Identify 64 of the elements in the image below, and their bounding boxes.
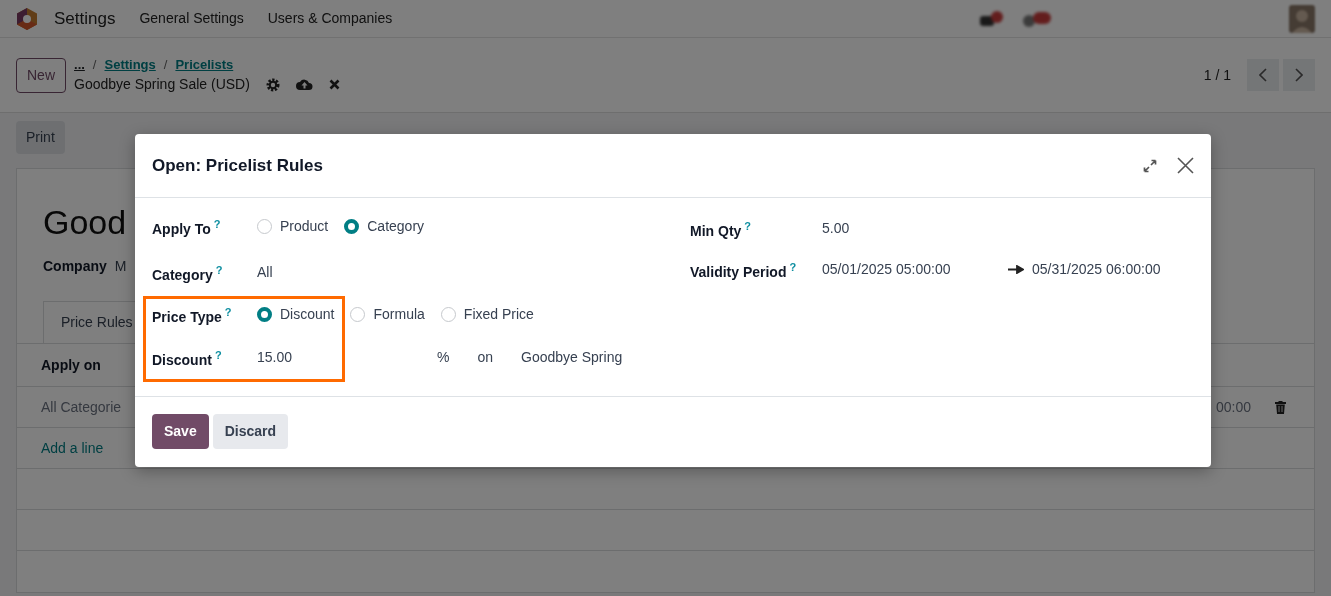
save-button[interactable]: Save [152,414,209,449]
breadcrumb-link[interactable]: ... [74,54,85,75]
field-value: 5.00 [822,219,850,238]
radio-button[interactable] [257,307,272,323]
field-label-text: Price Type [152,309,222,326]
logo-icon[interactable] [16,6,38,31]
app-title[interactable]: Settings [54,5,116,32]
gear-icon[interactable] [265,77,280,92]
arrow-right-icon [1008,265,1024,274]
help-tooltip[interactable]: ? [224,306,232,319]
add-line-link[interactable]: Add a line [41,437,104,459]
pricelist-field[interactable]: Goodbye Spring [521,347,623,369]
unit-label: % [437,348,450,368]
field-label-text: Category [152,266,213,283]
radio-label[interactable]: Product [280,216,329,237]
help-tooltip[interactable]: ? [213,218,221,230]
radio-button[interactable] [350,307,366,323]
breadcrumb-separator: / [163,55,168,74]
radio-label[interactable]: Formula [373,304,425,326]
new-button[interactable]: New [16,57,66,93]
chat-icon[interactable] [979,9,1005,28]
record-name: Good [43,202,127,243]
radio-label[interactable]: Discount [280,304,335,326]
help-tooltip[interactable]: ? [214,349,222,362]
field-label-text: Validity Period [690,263,787,280]
help-tooltip[interactable]: ? [789,261,797,273]
discard-button[interactable]: Discard [212,414,289,449]
field-label-text: Discount [152,351,212,368]
help-tooltip[interactable]: ? [215,263,223,276]
field-label-text: Min Qty [690,222,742,239]
trash-icon[interactable] [1275,400,1286,414]
radio-button[interactable] [257,219,272,234]
radio-label[interactable]: Category [367,216,425,237]
table-cell-text: 00:00 [1215,397,1251,417]
field-text: on [477,348,494,368]
radio-label[interactable]: Fixed Price [463,304,534,326]
breadcrumb-link[interactable]: Settings [104,54,156,75]
dialog-title: Open: Pricelist Rules [152,154,323,177]
help-tooltip[interactable]: ? [744,220,752,232]
start-date-field[interactable]: 05/01/2025 05:00:00 [822,259,1000,280]
nav-menu-item[interactable]: General Settings [139,8,244,29]
column-header: Apply on [41,355,101,375]
radio-button[interactable] [344,219,360,234]
end-date-field[interactable]: 05/31/2025 06:00:00 [1032,259,1161,280]
discard-icon[interactable] [328,79,340,91]
breadcrumb-link[interactable]: Pricelists [175,54,234,75]
field-label-text: Apply To [152,220,211,237]
nav-menu-item[interactable]: Users & Companies [267,8,393,29]
expand-icon[interactable] [1143,158,1157,173]
print-button[interactable]: Print [16,121,65,154]
chevron-right-icon [1295,68,1303,82]
activity-icon[interactable] [1021,9,1053,28]
discount-input[interactable]: 15.00 [257,347,429,369]
field-value: All [257,262,273,282]
table-cell-text: All Categorie [41,397,122,417]
cloud-upload-icon[interactable] [295,78,313,92]
record-title: Goodbye Spring Sale (USD) [74,75,250,95]
field-label: Company [43,257,107,276]
radio-button[interactable] [440,307,456,323]
field-value: M [114,257,127,276]
breadcrumb-separator: / [92,55,97,74]
pager-value: 1 / 1 [1203,65,1231,85]
close-icon[interactable] [1177,157,1194,174]
chevron-left-icon [1259,68,1267,82]
